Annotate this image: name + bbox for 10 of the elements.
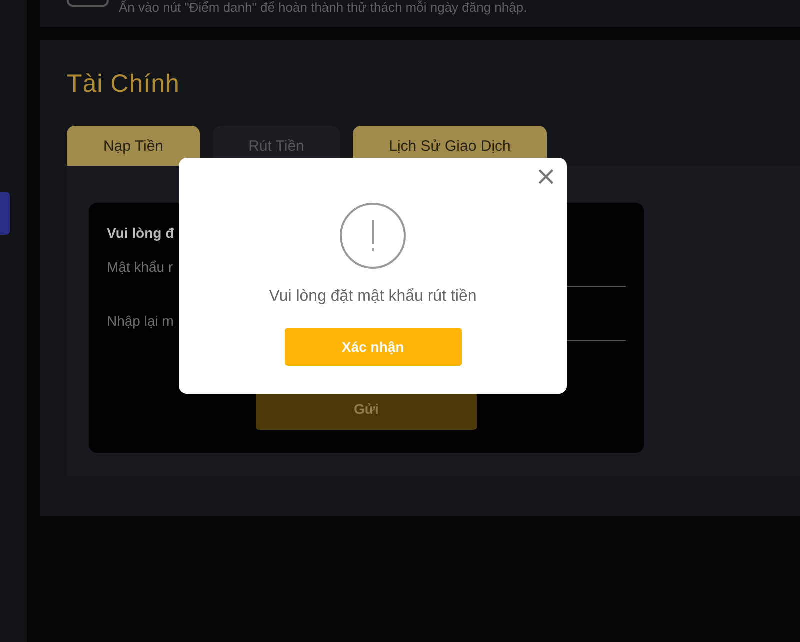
form-heading: Vui lòng đ — [107, 225, 174, 241]
dialog-message: Vui lòng đặt mật khẩu rút tiền — [269, 288, 477, 306]
exclamation-icon — [339, 202, 407, 270]
section-title: Tài Chính — [67, 70, 180, 99]
sidebar-item[interactable] — [0, 192, 10, 235]
notice-text: Ấn vào nút "Điểm danh" để hoàn thành thử thách mỗi ngày đăng nhập. — [119, 0, 528, 15]
field-label: Nhập lại m — [107, 313, 174, 329]
tab[interactable]: Nạp Tiền — [67, 126, 200, 166]
field-label: Mật khẩu r — [107, 259, 174, 275]
close-button[interactable]: × — [533, 164, 559, 190]
